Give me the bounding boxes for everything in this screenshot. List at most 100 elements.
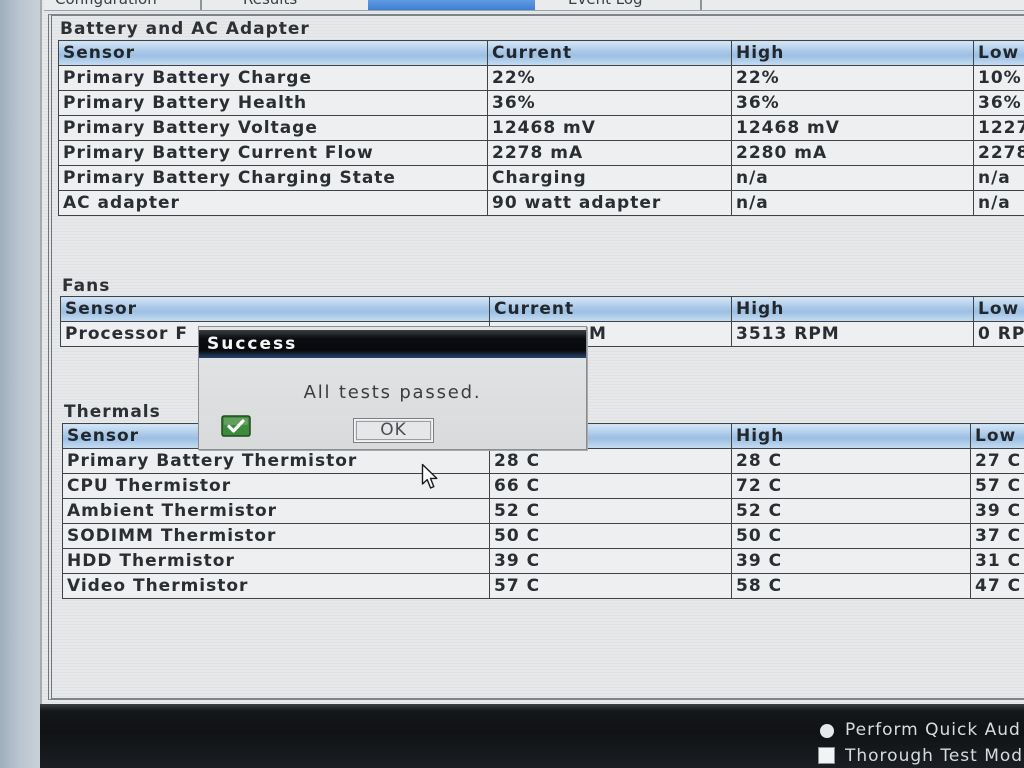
column-header-sensor: Sensor [60, 296, 490, 322]
low-cell: 10% [973, 65, 1024, 91]
low-cell: 36% [973, 90, 1024, 116]
column-header-low: Low [970, 423, 1024, 449]
low-cell: 47 C [970, 573, 1024, 599]
low-cell: n/a [973, 165, 1024, 191]
tab-event-log[interactable]: Event Log [568, 0, 688, 10]
current-cell: 39 C [489, 548, 732, 574]
low-cell: 37 C [970, 523, 1024, 549]
high-cell: 50 C [731, 523, 971, 549]
table-row: Video Thermistor 57 C 58 C 47 C [62, 573, 1024, 599]
table-row: Primary Battery Voltage 12468 mV 12468 m… [58, 115, 1024, 141]
table-row: AC adapter 90 watt adapter n/a n/a [58, 190, 1024, 216]
low-cell: 0 RP [973, 321, 1024, 347]
high-cell: 72 C [731, 473, 971, 499]
column-header-low: Low [973, 40, 1024, 66]
table-row: SODIMM Thermistor 50 C 50 C 37 C [62, 523, 1024, 549]
sensor-cell: Primary Battery Current Flow [58, 140, 488, 166]
high-cell: 28 C [731, 448, 971, 474]
high-cell: 36% [731, 90, 974, 116]
column-header-high: High [731, 423, 971, 449]
tab-selected[interactable] [368, 0, 535, 10]
column-header-high: High [731, 40, 974, 66]
arrow-pointer-icon [421, 463, 441, 491]
tab-label: Event Log [568, 0, 643, 9]
current-cell: 28 C [489, 448, 732, 474]
high-cell: 2280 mA [731, 140, 974, 166]
dialog-title-bar[interactable]: Success [199, 330, 586, 358]
high-cell: 58 C [731, 573, 971, 599]
thorough-test-mode-label[interactable]: Thorough Test Mod [845, 744, 1024, 768]
dialog-message: All tests passed. [303, 382, 482, 403]
sensor-cell: Primary Battery Charging State [58, 165, 488, 191]
sensor-cell: Primary Battery Charge [58, 65, 488, 91]
perform-quick-option-label[interactable]: Perform Quick Aud [845, 718, 1024, 742]
sensor-cell: Ambient Thermistor [62, 498, 490, 524]
screen: Configuration Results Event Log Battery … [0, 0, 1024, 768]
dialog-title: Success [207, 334, 298, 354]
table-header-row: Sensor Current High Low [60, 296, 1024, 322]
checkbox-icon[interactable] [818, 747, 835, 764]
low-cell: 39 C [970, 498, 1024, 524]
tab-separator [200, 0, 202, 10]
current-cell: 12468 mV [487, 115, 732, 141]
table-header-row: Sensor Current High Low [58, 40, 1024, 66]
tab-configuration[interactable]: Configuration [55, 0, 195, 10]
low-cell: 1227 [973, 115, 1024, 141]
current-cell: 2278 mA [487, 140, 732, 166]
current-cell: 66 C [489, 473, 732, 499]
tab-label: Results [243, 0, 297, 9]
battery-section-title: Battery and AC Adapter [60, 19, 310, 39]
high-cell: 52 C [731, 498, 971, 524]
current-cell: 57 C [489, 573, 732, 599]
tab-strip: Configuration Results Event Log [44, 0, 1024, 11]
sensor-cell: Primary Battery Voltage [58, 115, 488, 141]
high-cell: n/a [731, 190, 974, 216]
desktop-edge [0, 0, 44, 768]
column-header-low: Low [973, 296, 1024, 322]
low-cell: 57 C [970, 473, 1024, 499]
sensor-cell: HDD Thermistor [62, 548, 490, 574]
tab-results[interactable]: Results [243, 0, 343, 10]
high-cell: 22% [731, 65, 974, 91]
fans-section-title: Fans [62, 276, 111, 296]
table-row: Ambient Thermistor 52 C 52 C 39 C [62, 498, 1024, 524]
low-cell: 31 C [970, 548, 1024, 574]
table-row: HDD Thermistor 39 C 39 C 31 C [62, 548, 1024, 574]
low-cell: 2278 [973, 140, 1024, 166]
column-header-high: High [731, 296, 974, 322]
high-cell: 12468 mV [731, 115, 974, 141]
tab-separator [700, 0, 702, 10]
table-row: CPU Thermistor 66 C 72 C 57 C [62, 473, 1024, 499]
ok-button-label: OK [356, 421, 431, 440]
current-cell: 90 watt adapter [487, 190, 732, 216]
thermals-section-title: Thermals [64, 402, 161, 422]
table-row: Primary Battery Thermistor 28 C 28 C 27 … [62, 448, 1024, 474]
column-header-sensor: Sensor [58, 40, 488, 66]
battery-table: Sensor Current High Low Primary Battery … [58, 40, 1024, 216]
tab-label: Configuration [55, 0, 157, 9]
high-cell: n/a [731, 165, 974, 191]
success-dialog: Success All tests passed. OK [198, 326, 587, 450]
column-header-current: Current [489, 296, 732, 322]
current-cell: 22% [487, 65, 732, 91]
sensor-cell: AC adapter [58, 190, 488, 216]
radio-dot-icon[interactable] [820, 724, 834, 738]
sensor-cell: Video Thermistor [62, 573, 490, 599]
checkmark-icon [221, 415, 251, 437]
current-cell: 52 C [489, 498, 732, 524]
low-cell: n/a [973, 190, 1024, 216]
ok-button[interactable]: OK [353, 418, 434, 443]
table-row: Primary Battery Current Flow 2278 mA 228… [58, 140, 1024, 166]
column-header-current: Current [487, 40, 732, 66]
table-row: Primary Battery Charge 22% 22% 10% [58, 65, 1024, 91]
current-cell: 50 C [489, 523, 732, 549]
high-cell: 39 C [731, 548, 971, 574]
low-cell: 27 C [970, 448, 1024, 474]
table-row: Primary Battery Health 36% 36% 36% [58, 90, 1024, 116]
current-cell: 36% [487, 90, 732, 116]
sensor-cell: Primary Battery Health [58, 90, 488, 116]
table-row: Primary Battery Charging State Charging … [58, 165, 1024, 191]
current-cell: Charging [487, 165, 732, 191]
sensor-cell: SODIMM Thermistor [62, 523, 490, 549]
high-cell: 3513 RPM [731, 321, 974, 347]
